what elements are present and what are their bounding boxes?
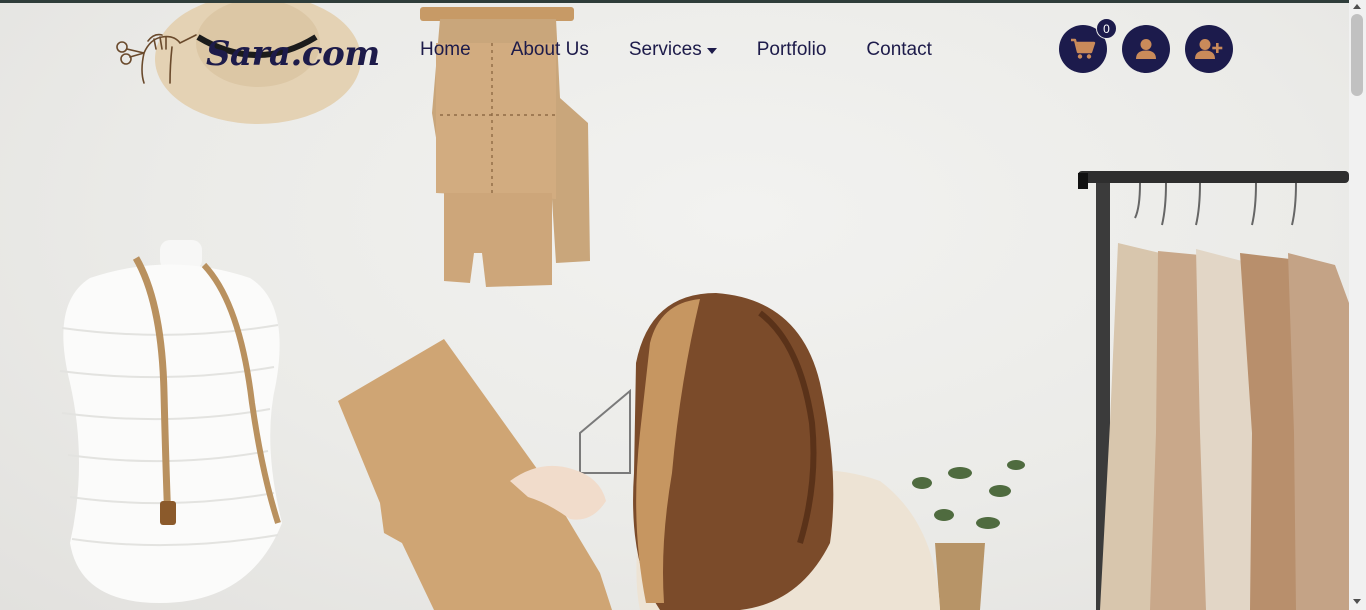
brand-name[interactable]: Sara.com xyxy=(206,34,380,74)
scroll-down-arrow-icon[interactable] xyxy=(1353,599,1361,604)
paper-pattern-held-illustration xyxy=(338,339,612,610)
chevron-down-icon xyxy=(706,48,717,54)
cart-count-badge: 0 xyxy=(1096,18,1117,39)
woman-illustration xyxy=(633,293,940,610)
site-navbar: Sara.com Home About Us Services Portfoli… xyxy=(0,3,1349,99)
register-button[interactable] xyxy=(1185,25,1233,73)
needle-hand-scissors-icon xyxy=(116,33,197,84)
nav-item-about-us[interactable]: About Us xyxy=(511,39,589,61)
clothing-rack-illustration xyxy=(1078,171,1349,610)
page-scrollbar[interactable] xyxy=(1349,0,1366,610)
account-button[interactable] xyxy=(1122,25,1170,73)
user-plus-icon xyxy=(1195,39,1223,59)
scroll-up-arrow-icon[interactable] xyxy=(1353,4,1361,9)
nav-item-contact[interactable]: Contact xyxy=(866,39,931,61)
scroll-thumb[interactable] xyxy=(1351,14,1363,96)
nav-item-services[interactable]: Services xyxy=(629,39,717,61)
cart-icon xyxy=(1071,38,1096,59)
nav-item-home[interactable]: Home xyxy=(420,39,471,61)
mannequin-illustration xyxy=(59,240,283,603)
nav-item-portfolio[interactable]: Portfolio xyxy=(757,39,827,61)
nav-item-services-label: Services xyxy=(628,39,702,60)
site-logo[interactable]: Sara.com xyxy=(114,23,380,85)
main-navigation: Home About Us Services Portfolio Contact xyxy=(420,39,932,61)
user-icon xyxy=(1136,39,1156,59)
